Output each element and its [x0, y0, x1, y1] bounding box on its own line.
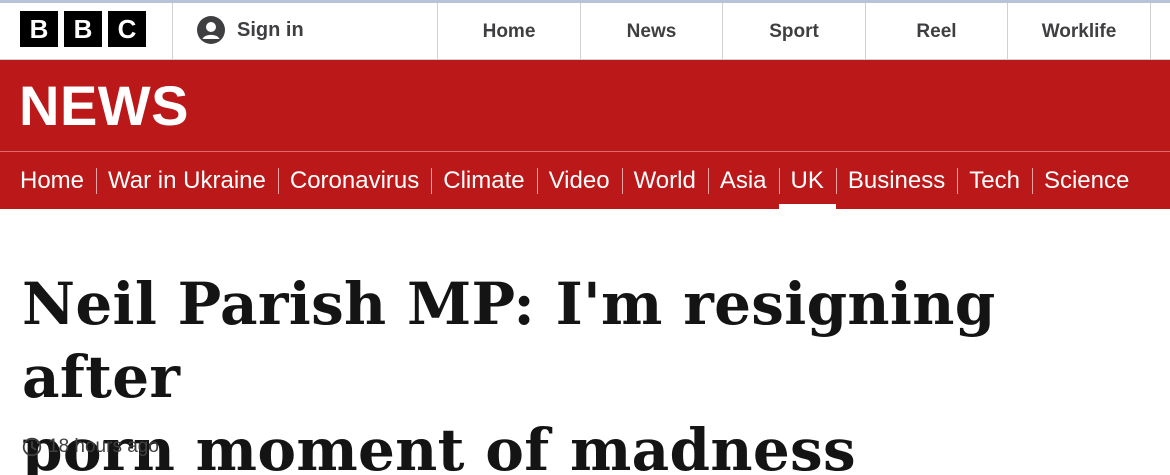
news-brand-title[interactable]: NEWS	[19, 74, 189, 138]
global-header: B B C Sign in Home News Sport Reel Workl…	[0, 0, 1170, 60]
sign-in-button[interactable]: Sign in	[197, 15, 304, 45]
news-masthead: NEWS Home War in Ukraine Coronavirus Cli…	[0, 60, 1170, 209]
section-nav-asia[interactable]: Asia	[707, 152, 779, 209]
section-nav-home[interactable]: Home	[0, 152, 96, 209]
global-nav-reel[interactable]: Reel	[865, 3, 1007, 60]
section-nav-war-in-ukraine[interactable]: War in Ukraine	[96, 152, 278, 209]
clock-icon	[22, 437, 42, 457]
section-nav-world[interactable]: World	[621, 152, 708, 209]
section-nav-video[interactable]: Video	[536, 152, 622, 209]
article-timestamp: 18 hours ago	[22, 436, 159, 458]
global-nav-home[interactable]: Home	[437, 3, 580, 60]
bbc-logo-letter-b1: B	[20, 11, 58, 47]
global-nav-sport[interactable]: Sport	[722, 3, 865, 60]
header-divider	[172, 3, 173, 60]
headline-line-1: Neil Parish MP: I'm resigning after	[22, 270, 996, 411]
sign-in-label: Sign in	[237, 18, 304, 41]
section-nav-tech[interactable]: Tech	[957, 152, 1032, 209]
global-nav-news[interactable]: News	[580, 3, 722, 60]
bbc-logo-letter-c: C	[108, 11, 146, 47]
bbc-logo-letter-b2: B	[64, 11, 102, 47]
section-nav-uk[interactable]: UK	[778, 152, 837, 209]
section-nav-science[interactable]: Science	[1031, 152, 1141, 209]
section-nav-coronavirus[interactable]: Coronavirus	[277, 152, 431, 209]
bbc-logo[interactable]: B B C	[20, 11, 146, 47]
article-headline: Neil Parish MP: I'm resigning after porn…	[22, 268, 1152, 475]
section-nav-business[interactable]: Business	[835, 152, 957, 209]
header-divider-end	[1150, 3, 1151, 60]
section-nav: Home War in Ukraine Coronavirus Climate …	[0, 152, 1170, 209]
timestamp-label: 18 hours ago	[48, 436, 159, 457]
global-nav-worklife[interactable]: Worklife	[1007, 3, 1150, 60]
user-avatar-icon	[197, 16, 225, 44]
section-nav-climate[interactable]: Climate	[431, 152, 536, 209]
